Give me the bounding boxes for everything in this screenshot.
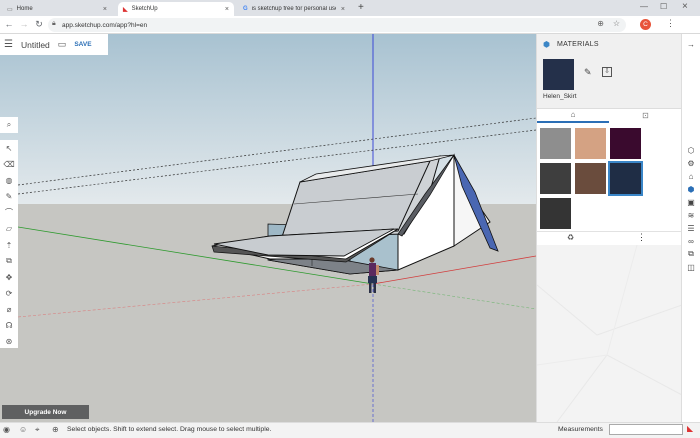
scene-canvas[interactable] [0, 34, 536, 438]
file-title[interactable]: Untitled [21, 40, 50, 50]
search-tool[interactable]: ⌕ [0, 117, 18, 133]
pencil-icon[interactable]: ✎ [2, 190, 16, 203]
rotate-icon[interactable]: ⟳ [2, 287, 16, 300]
tab-home[interactable]: ▭ Home × [2, 2, 112, 16]
menu-kebab-icon[interactable]: ⋮ [666, 18, 675, 29]
download-icon[interactable]: ⇩ [602, 67, 612, 77]
modeling-viewport[interactable] [0, 34, 536, 438]
current-material-swatch[interactable] [543, 59, 574, 90]
back-icon[interactable]: ← [3, 19, 15, 29]
measurements-label: Measurements [558, 426, 603, 433]
material-swatch[interactable] [608, 161, 643, 196]
material-swatch[interactable] [610, 128, 641, 159]
tab-label: SketchUp [131, 6, 158, 12]
status-bar: ◉ ☺ ⌖ ⊕ Select objects. Shift to extend … [0, 422, 700, 438]
material-swatch[interactable] [575, 128, 606, 159]
components-icon[interactable]: ⌂ [684, 170, 698, 182]
close-icon[interactable]: × [341, 6, 345, 13]
page-icon: ▭ [7, 6, 13, 13]
measurements-input[interactable] [609, 424, 683, 435]
sketchup-logo-icon: ◣ [687, 424, 694, 433]
edit-material-icon[interactable]: ✎ [584, 67, 592, 78]
save-button[interactable]: SAVE [74, 41, 91, 48]
location-icon[interactable]: ⌖ [35, 425, 40, 435]
push-pull-icon[interactable]: ⇡ [2, 238, 16, 251]
orbit-icon[interactable]: ⊛ [2, 335, 16, 348]
tab-search-materials[interactable]: ⊡ [609, 108, 682, 123]
entity-info-icon[interactable]: ⬡ [684, 144, 698, 156]
select-arrow-icon[interactable]: ↖ [2, 142, 16, 155]
sketchup-logo-icon: ◣ [123, 6, 128, 13]
move-icon[interactable]: ✥ [2, 271, 16, 284]
collapse-arrow-icon[interactable]: → [684, 38, 698, 50]
arc-icon[interactable]: ⌒ [2, 206, 16, 219]
profile-avatar[interactable]: C [640, 19, 651, 30]
url-text: app.sketchup.com/app?hl=en [62, 21, 148, 29]
add-icon[interactable]: ⊕ [597, 19, 604, 28]
rectangle-icon[interactable]: ▱ [2, 222, 16, 235]
material-swatch[interactable] [540, 163, 571, 194]
outliner-icon[interactable]: ☰ [684, 222, 698, 234]
paint-bucket-icon[interactable]: ◍ [2, 174, 16, 187]
search-image-icon: ⊡ [642, 111, 649, 120]
offset-icon[interactable]: ⧉ [2, 255, 16, 268]
tab-search[interactable]: G is sketchup free for personal use × [238, 2, 350, 16]
tab-home-materials[interactable]: ⌂ [537, 108, 609, 123]
google-icon: G [243, 6, 248, 12]
material-name: Helen_Skirt [543, 93, 577, 100]
hamburger-menu-icon[interactable]: ☰ [4, 39, 13, 50]
star-icon[interactable]: ☆ [613, 19, 620, 28]
forward-icon[interactable]: → [18, 19, 30, 29]
close-icon[interactable]: × [103, 6, 107, 13]
lock-icon: 🔒︎ [52, 20, 56, 27]
material-swatch[interactable] [540, 128, 571, 159]
scenes-icon[interactable]: ⧉ [684, 248, 698, 260]
browser-tab-strip: ▭ Home × ◣ SketchUp × G is sketchup free… [0, 0, 700, 16]
window-close-icon[interactable]: × [682, 1, 688, 12]
maximize-icon[interactable]: ☐ [660, 2, 667, 11]
right-toolbar: → ⬡ ⚙ ⌂ ⬢ ▣ ≋ ☰ ∞ ⧉ ◫ [681, 34, 700, 422]
panel-background-pattern [537, 245, 682, 422]
folder-icon[interactable]: ▭ [58, 39, 67, 50]
status-hint: Select objects. Shift to extend select. … [67, 426, 272, 433]
url-field[interactable]: 🔒︎ app.sketchup.com/app?hl=en ⊕ ☆ [48, 18, 626, 32]
feedback-icon[interactable]: ☺ [19, 425, 27, 434]
instructor-icon[interactable]: ⚙ [684, 157, 698, 169]
panel-footer: ♻ ⋮ [537, 231, 682, 245]
materials-panel: ⬢ MATERIALS ✎ ⇩ Helen_Skirt ⌂ ⊡ ♻ ⋮ [536, 34, 682, 422]
layers-icon[interactable]: ≋ [684, 209, 698, 221]
new-tab-icon[interactable]: + [358, 2, 364, 13]
material-swatch[interactable] [575, 163, 606, 194]
styles-icon[interactable]: ▣ [684, 196, 698, 208]
tape-measure-icon[interactable]: ⌀ [2, 303, 16, 316]
search-icon[interactable]: ⌕ [2, 118, 16, 132]
home-icon: ⌂ [570, 110, 576, 119]
walk-icon[interactable]: ☊ [2, 319, 16, 332]
eraser-icon[interactable]: ⌫ [2, 158, 16, 171]
globe-icon[interactable]: ⊕ [52, 425, 59, 434]
more-options-icon[interactable]: ⋮ [637, 232, 646, 243]
left-toolbar: ↖ ⌫ ◍ ✎ ⌒ ▱ ⇡ ⧉ ✥ ⟳ ⌀ ☊ ⊛ [0, 140, 18, 348]
swatch-grid [537, 123, 682, 231]
materials-cube-icon: ⬢ [543, 40, 550, 49]
app-header: ☰ Untitled ▭ SAVE [0, 34, 108, 55]
reload-icon[interactable]: ↻ [33, 19, 45, 30]
tab-sketchup[interactable]: ◣ SketchUp × [118, 2, 234, 16]
solar-icon[interactable]: ◫ [684, 261, 698, 273]
upgrade-button[interactable]: Upgrade Now [2, 405, 89, 419]
tab-label: Home [16, 6, 33, 12]
material-swatch[interactable] [540, 198, 571, 229]
instructor-status-icon[interactable]: ◉ [3, 425, 10, 434]
close-icon[interactable]: × [225, 6, 229, 13]
materials-icon[interactable]: ⬢ [684, 183, 698, 195]
minimize-icon[interactable]: — [640, 2, 648, 11]
display-icon[interactable]: ∞ [684, 235, 698, 247]
address-bar: ← → ↻ 🔒︎ app.sketchup.com/app?hl=en ⊕ ☆ … [0, 16, 700, 34]
tab-label: is sketchup free for personal use [251, 6, 336, 12]
panel-heading: MATERIALS [557, 41, 599, 48]
recycle-icon[interactable]: ♻ [567, 233, 574, 242]
